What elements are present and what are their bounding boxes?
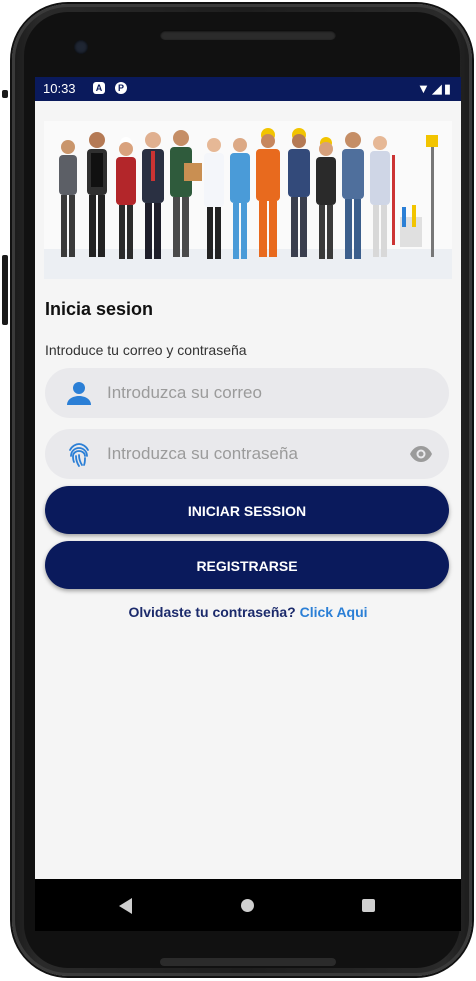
navigation-bar	[35, 879, 461, 931]
password-field[interactable]: Introduzca su contraseña	[45, 429, 449, 479]
bottom-speaker	[160, 958, 336, 966]
notification-p-icon: P	[115, 82, 127, 94]
status-bar: 10:33 A P ▼◢▮	[35, 77, 461, 101]
side-button	[2, 90, 8, 98]
volume-button	[2, 255, 8, 325]
home-icon[interactable]	[241, 899, 254, 912]
app-screen: 10:33 A P ▼◢▮ Inicia sesion Introduce tu…	[35, 77, 461, 879]
person-icon	[67, 382, 91, 405]
notification-a-icon: A	[93, 82, 105, 94]
register-button[interactable]: REGISTRARSE	[45, 541, 449, 589]
earpiece-speaker	[160, 30, 336, 40]
forgot-password-link[interactable]: Click Aqui	[300, 604, 368, 620]
forgot-password-text: Olvidaste tu contraseña?	[128, 604, 296, 620]
status-signal-battery-icons: ▼◢▮	[416, 81, 453, 96]
group-of-professionals-photo	[44, 121, 452, 279]
forgot-password: Olvidaste tu contraseña? Click Aqui	[35, 604, 461, 620]
password-placeholder: Introduzca su contraseña	[107, 444, 298, 463]
fingerprint-icon	[69, 443, 89, 467]
back-icon[interactable]	[119, 898, 132, 914]
page-subtitle: Introduce tu correo y contraseña	[45, 342, 247, 358]
email-placeholder: Introduzca su correo	[107, 383, 262, 402]
status-time: 10:33	[43, 81, 76, 96]
recent-apps-icon[interactable]	[362, 899, 375, 912]
login-button[interactable]: INICIAR SESSION	[45, 486, 449, 534]
eye-icon[interactable]	[409, 443, 433, 465]
email-field[interactable]: Introduzca su correo	[45, 368, 449, 418]
page-title: Inicia sesion	[45, 299, 154, 319]
hero-image	[44, 121, 452, 279]
front-camera	[74, 40, 88, 54]
